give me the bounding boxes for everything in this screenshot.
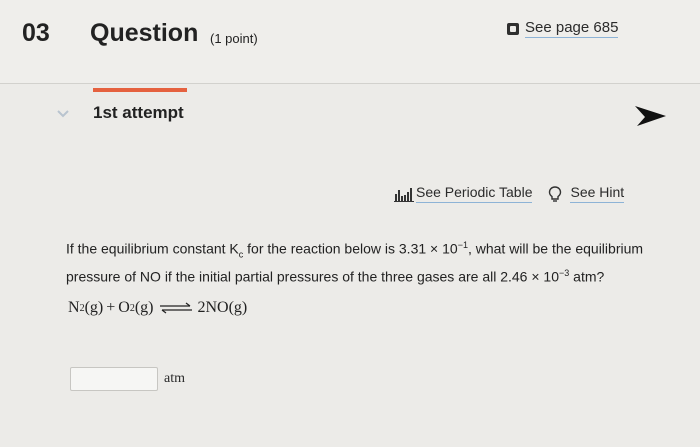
question-tools: See Periodic Table See Hint bbox=[394, 184, 625, 203]
book-icon bbox=[507, 22, 519, 35]
question-points: (1 point) bbox=[210, 31, 258, 46]
answer-unit: atm bbox=[164, 371, 185, 386]
see-hint-link[interactable]: See Hint bbox=[548, 184, 625, 203]
see-page-link[interactable]: See page 685 bbox=[507, 19, 619, 38]
reactant-1: N bbox=[68, 299, 80, 316]
periodic-table-link[interactable]: See Periodic Table bbox=[416, 184, 533, 203]
equilibrium-arrow-icon bbox=[160, 302, 193, 314]
plus-sign: + bbox=[106, 299, 116, 316]
product-state: (g) bbox=[228, 299, 248, 316]
question-prompt: If the equilibrium constant Kc for the r… bbox=[66, 236, 646, 287]
reaction-equation: N 2 (g) + O 2 (g) 2NO (g) bbox=[68, 299, 247, 317]
mouse-cursor-icon bbox=[635, 106, 666, 126]
see-page-label: See page 685 bbox=[525, 19, 619, 38]
prompt-text-1: If the equilibrium constant K bbox=[66, 240, 239, 257]
answer-input[interactable] bbox=[70, 367, 158, 391]
lightbulb-icon bbox=[549, 185, 562, 202]
question-title: Question bbox=[90, 19, 199, 47]
attempt-label[interactable]: 1st attempt bbox=[93, 103, 184, 123]
question-number: 03 bbox=[22, 19, 50, 47]
reactant-2-state: (g) bbox=[134, 299, 154, 316]
reactant-1-state: (g) bbox=[84, 299, 104, 316]
reactant-2: O bbox=[118, 299, 130, 316]
prompt-text-4: atm? bbox=[569, 269, 605, 286]
periodic-table-icon bbox=[394, 187, 414, 202]
exponent-1: −1 bbox=[457, 240, 468, 250]
chevron-down-icon[interactable] bbox=[56, 107, 70, 121]
attempt-progress-bar bbox=[93, 88, 187, 92]
header-divider bbox=[0, 83, 700, 84]
product: 2NO bbox=[197, 299, 229, 316]
exponent-2: −3 bbox=[559, 268, 570, 279]
see-hint-label: See Hint bbox=[570, 184, 625, 203]
prompt-text-2: for the reaction below is 3.31 × 10 bbox=[243, 240, 458, 257]
